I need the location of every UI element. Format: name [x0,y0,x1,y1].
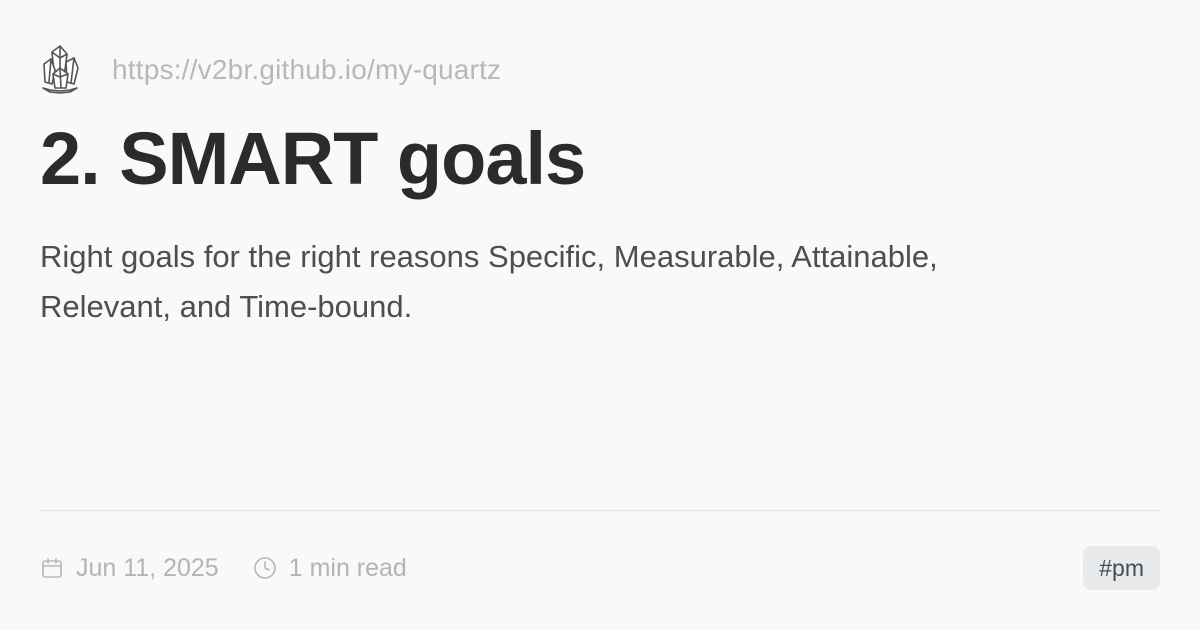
page-title: 2. SMART goals [40,117,586,200]
site-url[interactable]: https://v2br.github.io/my-quartz [112,54,501,86]
divider [40,510,1160,511]
read-time-text: 1 min read [288,553,407,582]
page-description: Right goals for the right reasons Specif… [40,239,938,324]
tag-pm[interactable]: #pm [1083,546,1160,590]
date-text: Jun 11, 2025 [76,553,219,582]
calendar-icon [40,555,66,581]
clock-icon [253,555,279,581]
published-date: Jun 11, 2025 [40,554,219,583]
reading-time: 1 min read [253,554,407,583]
page-footer: Jun 11, 2025 1 min read #pm [40,546,1160,590]
site-header: https://v2br.github.io/my-quartz [40,40,501,100]
quartz-crystal-icon[interactable] [40,41,98,99]
